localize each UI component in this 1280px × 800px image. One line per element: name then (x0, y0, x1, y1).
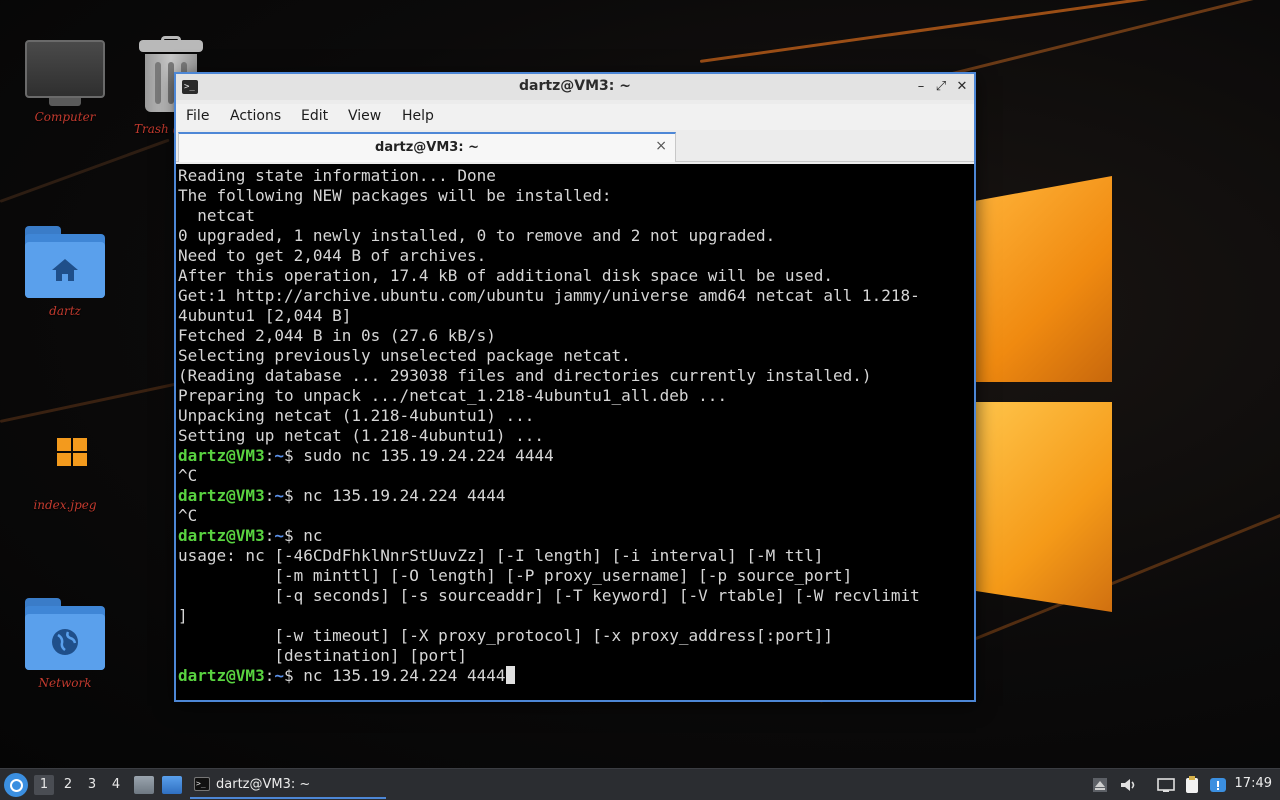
desktop-icon-label: Network (38, 676, 92, 690)
volume-icon[interactable] (1118, 775, 1138, 795)
prompt-user-host: dartz@VM3 (178, 666, 265, 685)
window-title: dartz@VM3: ~ (519, 78, 631, 94)
prompt-user-host: dartz@VM3 (178, 486, 265, 505)
prompt-separator: : (264, 666, 275, 685)
window-titlebar[interactable]: >_ dartz@VM3: ~ – ⤢ ✕ (176, 74, 974, 100)
tab-title: dartz@VM3: ~ (375, 140, 479, 155)
terminal-output-line: [destination] [port] (178, 646, 467, 665)
terminal-output-line: [-q seconds] [-s sourceaddr] [-T keyword… (178, 586, 920, 605)
terminal-output-line: ^C (178, 466, 198, 485)
update-notifier-icon[interactable] (1208, 775, 1228, 795)
wallpaper-streak (699, 0, 1280, 63)
file-manager-launcher-icon[interactable] (134, 776, 154, 794)
terminal-icon: >_ (194, 777, 210, 791)
browser-launcher-icon[interactable] (162, 776, 182, 794)
prompt-directory: ~ (274, 526, 284, 545)
desktop-icon-home[interactable]: dartz (10, 226, 120, 318)
minimize-button[interactable]: – (912, 78, 930, 96)
eject-icon[interactable] (1090, 775, 1110, 795)
terminal-output-line: Selecting previously unselected package … (178, 346, 631, 365)
menu-bar: File Actions Edit View Help (176, 104, 974, 130)
prompt-separator: : (264, 446, 275, 465)
terminal-output-line: 4ubuntu1 [2,044 B] (178, 306, 352, 325)
prompt-separator: : (264, 486, 275, 505)
terminal-output-line: [-w timeout] [-X proxy_protocol] [-x pro… (178, 626, 834, 645)
prompt-directory: ~ (274, 666, 284, 685)
current-input-text: nc 135.19.24.224 4444 (293, 666, 506, 685)
workspace-3[interactable]: 3 (82, 775, 102, 795)
terminal-command-line: dartz@VM3:~$ nc 135.19.24.224 4444 (178, 666, 974, 686)
terminal-output[interactable]: Reading state information... Done The fol… (176, 164, 974, 700)
terminal-output-line: ^C (178, 506, 198, 525)
command-text: nc (293, 526, 323, 545)
prompt-sign: $ (283, 526, 294, 545)
menu-view[interactable]: View (348, 108, 381, 124)
wallpaper-logo-pane (976, 402, 1112, 612)
terminal-window: >_ dartz@VM3: ~ – ⤢ ✕ File Actions Edit … (174, 72, 976, 702)
terminal-output-line: Get:1 http://archive.ubuntu.com/ubuntu j… (178, 286, 920, 305)
wallpaper-logo-pane (976, 176, 1112, 382)
terminal-command-line: dartz@VM3:~$ sudo nc 135.19.24.224 4444 (178, 446, 974, 466)
taskbar: 1 2 3 4 >_ dartz@VM3: ~ 17:49 (0, 768, 1280, 800)
home-folder-icon (25, 226, 105, 298)
network-folder-icon (25, 598, 105, 670)
workspace-2[interactable]: 2 (58, 775, 78, 795)
terminal-output-line: Unpacking netcat (1.218-4ubuntu1) ... (178, 406, 535, 425)
taskbar-item-terminal[interactable]: >_ dartz@VM3: ~ (190, 771, 386, 799)
clipboard-icon[interactable] (1182, 775, 1202, 795)
menu-help[interactable]: Help (402, 108, 434, 124)
command-text: nc 135.19.24.224 4444 (293, 486, 506, 505)
workspace-4[interactable]: 4 (106, 775, 126, 795)
terminal-command-line: dartz@VM3:~$ nc 135.19.24.224 4444 (178, 486, 974, 506)
prompt-directory: ~ (274, 486, 284, 505)
terminal-output-line: Reading state information... Done (178, 166, 496, 185)
terminal-output-line: netcat (178, 206, 256, 225)
terminal-command-line: dartz@VM3:~$ nc (178, 526, 974, 546)
prompt-directory: ~ (274, 446, 284, 465)
desktop-icon-label: index.jpeg (33, 498, 97, 512)
maximize-button[interactable]: ⤢ (932, 78, 950, 96)
prompt-separator: : (264, 526, 275, 545)
terminal-output-line: [-m minttl] [-O length] [-P proxy_userna… (178, 566, 853, 585)
terminal-output-line: The following NEW packages will be insta… (178, 186, 612, 205)
terminal-output-line: (Reading database ... 293038 files and d… (178, 366, 872, 385)
prompt-sign: $ (283, 446, 294, 465)
workspace-1[interactable]: 1 (34, 775, 54, 795)
terminal-output-line: Setting up netcat (1.218-4ubuntu1) ... (178, 426, 545, 445)
wallpaper-streak (0, 138, 170, 203)
terminal-output-line: Need to get 2,044 B of archives. (178, 246, 487, 265)
menu-file[interactable]: File (186, 108, 209, 124)
prompt-user-host: dartz@VM3 (178, 526, 265, 545)
computer-icon (25, 40, 105, 106)
terminal-output-line: After this operation, 17.4 kB of additio… (178, 266, 834, 285)
terminal-output-line: ] (178, 606, 188, 625)
prompt-sign: $ (283, 666, 294, 685)
wallpaper-streak (0, 382, 177, 423)
taskbar-item-label: dartz@VM3: ~ (216, 777, 311, 792)
desktop-icon-index-jpeg[interactable]: index.jpeg (10, 420, 120, 512)
tab-bar: dartz@VM3: ~ × (176, 130, 974, 162)
terminal-output-line: Fetched 2,044 B in 0s (27.6 kB/s) (178, 326, 496, 345)
tab-terminal[interactable]: dartz@VM3: ~ × (178, 132, 676, 162)
desktop-icon-computer[interactable]: Computer (10, 40, 120, 124)
terminal-output-line: usage: nc [-46CDdFhklNnrStUuvZz] [-I len… (178, 546, 824, 565)
desktop-icon-label: dartz (49, 304, 81, 318)
close-button[interactable]: ✕ (953, 78, 971, 96)
prompt-user-host: dartz@VM3 (178, 446, 265, 465)
terminal-output-line: 0 upgraded, 1 newly installed, 0 to remo… (178, 226, 776, 245)
start-menu-button[interactable] (4, 773, 28, 797)
desktop-icon-network[interactable]: Network (10, 598, 120, 690)
image-file-icon (10, 420, 120, 492)
menu-actions[interactable]: Actions (230, 108, 281, 124)
terminal-cursor (505, 666, 515, 684)
terminal-output-line: Preparing to unpack .../netcat_1.218-4ub… (178, 386, 728, 405)
command-text: sudo nc 135.19.24.224 4444 (293, 446, 554, 465)
network-status-icon[interactable] (1156, 775, 1176, 795)
menu-edit[interactable]: Edit (301, 108, 328, 124)
tab-close-icon[interactable]: × (655, 138, 667, 154)
clock: 17:49 (1234, 776, 1272, 791)
desktop-icon-label: Computer (34, 110, 96, 124)
prompt-sign: $ (283, 486, 294, 505)
